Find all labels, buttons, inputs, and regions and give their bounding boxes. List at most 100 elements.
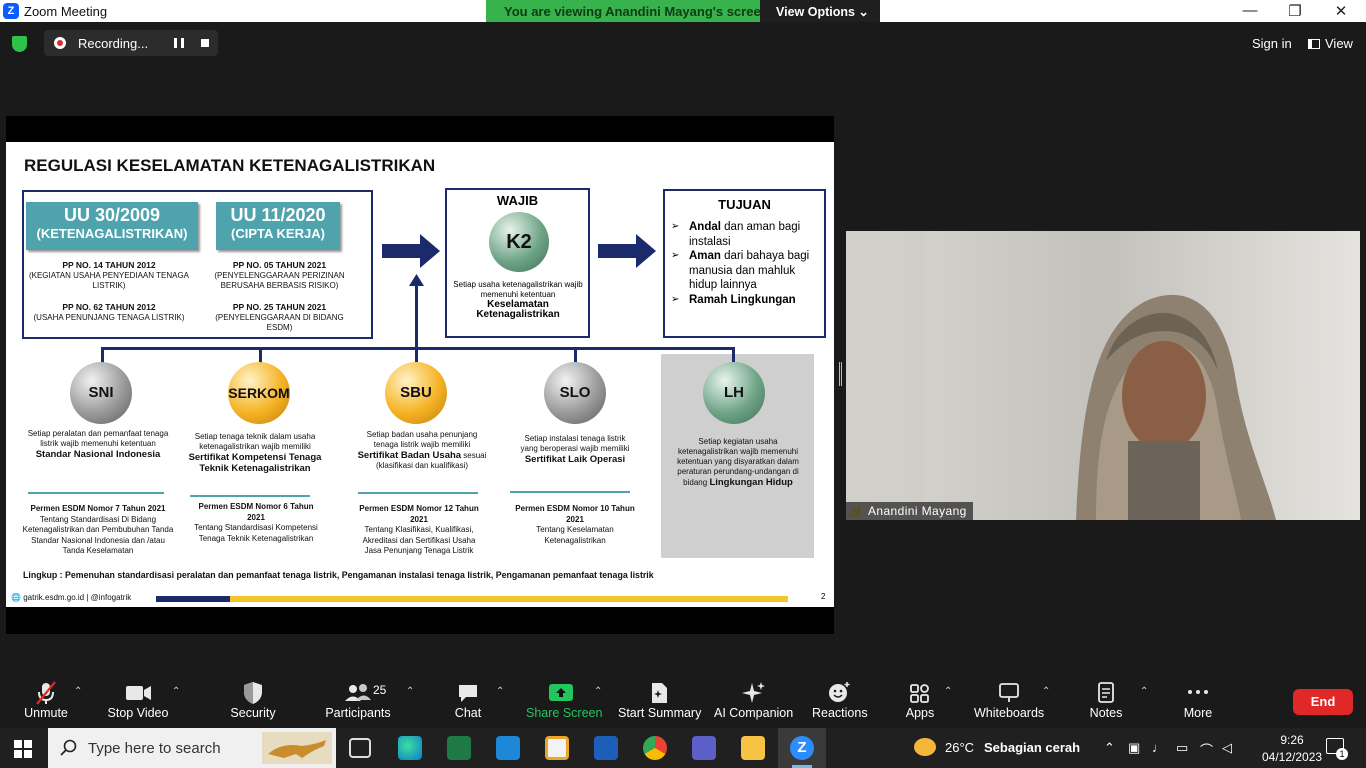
law-uu11: UU 11/2020 (CIPTA KERJA) [216,202,340,250]
microphone-icon[interactable]: ♩ [1152,740,1165,755]
microsoft-store-icon[interactable] [545,736,569,760]
chevron-up-icon[interactable]: ⌃ [944,686,952,697]
chevron-up-icon[interactable]: ⌃ [1104,740,1115,756]
minimize-button[interactable]: — [1235,2,1265,19]
chat-bubble-icon [459,685,477,702]
wifi-icon[interactable]: ⌒ [1200,740,1213,759]
taskbar-clock[interactable]: 9:26 04/12/2023 [1262,732,1322,766]
viewing-banner: You are viewing Anandini Mayang's screen… [486,0,880,22]
summary-document-icon [652,683,667,703]
sni-ball: SNI [70,362,132,424]
chevron-up-icon[interactable]: ⌃ [172,686,180,697]
teams-icon[interactable] [692,736,716,760]
pp-14-2012: PP NO. 14 TAHUN 2012 (KEGIATAN USAHA PENY… [28,260,190,290]
share-screen-icon [549,684,573,701]
sbu-ball: SBU [385,362,447,424]
footer-bar [156,596,230,602]
zoom-logo-icon: Z [3,3,19,19]
slide-page-number: 2 [821,592,826,601]
ai-companion-button[interactable]: AI Companion [714,680,793,720]
recording-indicator: Recording... [44,30,218,56]
wajib-heading: WAJIB [496,193,539,208]
windows-start-icon[interactable] [14,740,32,758]
taskbar-search-box[interactable]: Type here to search [48,728,336,768]
weather-description[interactable]: Sebagian cerah [984,740,1080,755]
chevron-up-icon[interactable]: ⌃ [594,686,602,697]
zoom-app-icon: Z [790,736,814,760]
slide: REGULASI KESELAMATAN KETENAGALISTRIKAN U… [6,142,834,607]
start-summary-button[interactable]: Start Summary [618,680,701,720]
chrome-icon[interactable] [643,736,667,760]
wajib-desc: Setiap usaha ketenagalistrikan wajib mem… [453,280,583,320]
chevron-up-icon[interactable]: ⌃ [1042,686,1050,697]
view-button[interactable]: View [1308,36,1353,51]
viewing-message: You are viewing Anandini Mayang's screen [504,4,769,19]
participant-name-label: Anandini Mayang [846,502,973,520]
pp-25-2021: PP NO. 25 TAHUN 2021 (PENYELENGGARAAN DI … [215,302,344,332]
footer-bar [230,596,788,602]
mail-icon[interactable] [496,736,520,760]
splitter-handle[interactable] [839,362,842,386]
smiley-icon [829,682,850,702]
participant-video-frame [846,231,1360,520]
search-icon [60,739,77,756]
unmute-button[interactable]: Unmute [24,680,68,720]
encryption-shield-icon[interactable] [12,36,27,52]
view-layout-icon [1308,39,1320,49]
regulation-slo: Permen ESDM Nomor 10 Tahun 2021 Tentang K… [515,504,635,545]
file-explorer-icon[interactable] [741,736,765,760]
stop-video-button[interactable]: Stop Video [106,680,170,720]
lh-desc: Setiap kegiatan usaha ketenagalistrikan … [677,437,799,488]
chevron-up-icon[interactable]: ⌃ [1140,686,1148,697]
battery-icon[interactable]: ▭ [1176,740,1188,756]
view-options-button[interactable]: View Options ⌄ [760,0,880,22]
slo-ball: SLO [544,362,606,424]
connector-line [101,347,735,350]
globe-icon: 🌐 [11,593,21,602]
search-placeholder: Type here to search [88,740,221,757]
divider [510,491,630,493]
apps-button[interactable]: Apps [902,680,938,720]
participant-video[interactable] [846,231,1360,520]
security-button[interactable]: Security [228,680,278,720]
excel-icon[interactable] [447,736,471,760]
reactions-button[interactable]: Reactions [812,680,868,720]
divider [358,492,478,494]
notification-count-badge: 1 [1336,748,1348,760]
sbu-desc: Setiap badan usaha penunjang tenaga list… [357,430,487,470]
tujuan-heading: TUJUAN [718,197,771,212]
weather-temperature[interactable]: 26°C [945,740,974,755]
close-button[interactable]: ✕ [1326,2,1356,20]
restore-button[interactable]: ❐ [1280,2,1310,20]
wajib-box: WAJIB K2 Setiap usaha ketenagalistrikan … [445,188,590,338]
chevron-up-icon[interactable]: ⌃ [74,686,82,697]
chevron-up-icon[interactable]: ⌃ [406,686,414,697]
meet-now-icon[interactable]: ▣ [1128,740,1140,756]
pause-recording-button[interactable] [174,38,184,48]
law-uu30: UU 30/2009 (KETENAGALISTRIKAN) [26,202,198,250]
participants-icon [345,684,371,701]
pp-62-2012: PP NO. 62 TAHUN 2012 (USAHA PENUNJANG TEN… [33,302,185,322]
whiteboards-button[interactable]: Whiteboards [974,680,1044,720]
edge-browser-icon[interactable] [398,736,422,760]
word-icon[interactable] [594,736,618,760]
sign-in-button[interactable]: Sign in [1252,36,1292,51]
whiteboard-icon [999,683,1019,702]
chevron-up-icon[interactable]: ⌃ [496,686,504,697]
notes-button[interactable]: Notes [1086,680,1126,720]
sparkle-icon [742,682,765,703]
divider [190,495,310,497]
zoom-taskbar-active[interactable]: Z [778,728,826,768]
regulation-serkom: Permen ESDM Nomor 6 Tahun 2021 Tentang St… [194,502,318,543]
task-view-icon[interactable] [349,738,371,758]
shield-icon [244,682,262,704]
chat-button[interactable]: Chat [448,680,488,720]
stop-recording-button[interactable] [201,39,209,47]
more-button[interactable]: More [1180,680,1216,720]
volume-icon[interactable]: ◁ [1222,740,1232,756]
share-screen-button[interactable]: Share Screen [526,680,602,720]
recording-dot-icon [54,37,66,49]
window-title: Zoom Meeting [24,4,108,19]
end-meeting-button[interactable]: End [1293,689,1353,715]
slo-desc: Setiap instalasi tenaga listrik yang ber… [520,434,630,465]
